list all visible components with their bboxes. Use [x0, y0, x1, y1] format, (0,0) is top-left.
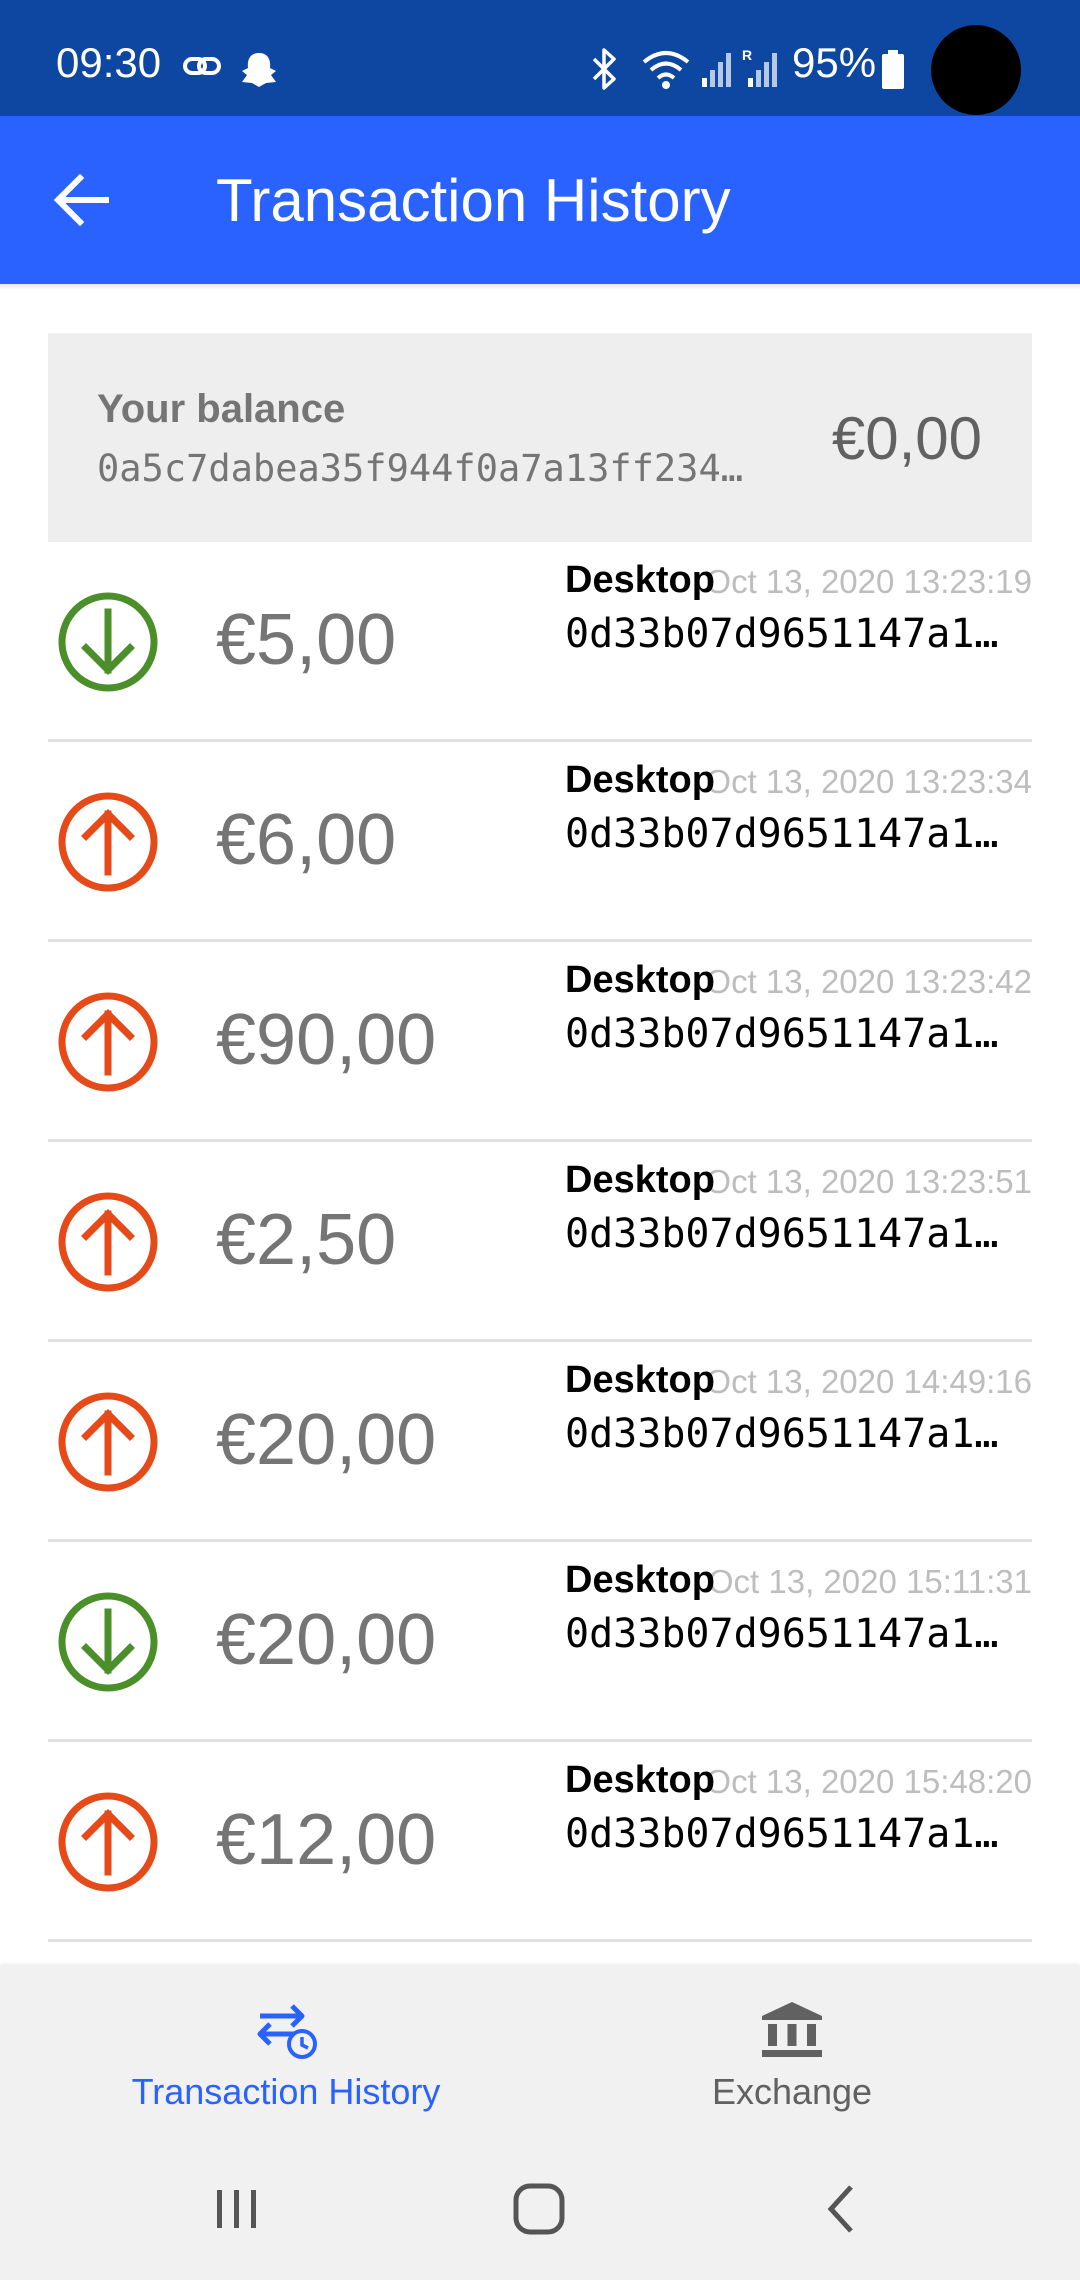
- signal-icon: [702, 53, 731, 87]
- transaction-amount: €2,50: [216, 1200, 397, 1280]
- bluetooth-icon: [592, 48, 616, 90]
- transaction-amount: €5,00: [216, 600, 397, 680]
- link-icon: [183, 57, 221, 75]
- transaction-amount: €12,00: [216, 1800, 437, 1880]
- transaction-row[interactable]: €2,50 Oct 13, 2020 13:23:51 Desktop 0d33b07…: [48, 1142, 1032, 1342]
- home-icon: [513, 2183, 565, 2235]
- nav-exchange[interactable]: Exchange: [522, 1966, 1062, 2136]
- transaction-peer: Desktop: [565, 1359, 715, 1401]
- arrow-up-circle-icon: [58, 1192, 158, 1292]
- system-back-button[interactable]: [796, 2164, 886, 2254]
- transaction-row[interactable]: €20,00 Oct 13, 2020 15:11:31 Desktop 0d33b0…: [48, 1542, 1032, 1742]
- back-icon: [827, 2185, 853, 2233]
- roaming-signal-icon: R: [742, 47, 777, 87]
- transaction-address: 0d33b07d9651147a1…: [565, 1012, 999, 1056]
- transaction-address: 0d33b07d9651147a1…: [565, 1212, 999, 1256]
- arrow-up-circle-icon: [58, 1792, 158, 1892]
- transaction-peer: Desktop: [565, 959, 715, 1001]
- recent-apps-button[interactable]: [192, 2164, 282, 2254]
- arrow-back-icon: [53, 173, 109, 227]
- transaction-peer: Desktop: [565, 1759, 715, 1801]
- transaction-history-icon: [257, 2004, 317, 2059]
- battery-percentage: 95%: [792, 39, 877, 86]
- transaction-row[interactable]: €6,00 Oct 13, 2020 13:23:34 Desktop 0d33b07…: [48, 742, 1032, 942]
- transaction-date: Oct 13, 2020 13:23:19: [705, 563, 1032, 600]
- transaction-date: Oct 13, 2020 14:49:16: [705, 1363, 1032, 1400]
- balance-amount: €0,00: [831, 405, 982, 472]
- transaction-amount: €20,00: [216, 1400, 437, 1480]
- balance-label: Your balance: [97, 387, 346, 431]
- transaction-address: 0d33b07d9651147a1…: [565, 1612, 999, 1656]
- svg-text:R: R: [742, 47, 752, 63]
- transaction-amount: €6,00: [216, 800, 397, 880]
- transaction-date: Oct 13, 2020 15:11:31: [707, 1563, 1032, 1600]
- back-button[interactable]: [44, 162, 120, 238]
- nav-label-transaction-history: Transaction History: [131, 2071, 441, 2112]
- transaction-address: 0d33b07d9651147a1…: [565, 1812, 999, 1856]
- transaction-peer: Desktop: [565, 1159, 715, 1201]
- transaction-date: Oct 13, 2020 13:23:34: [705, 763, 1032, 800]
- nav-label-exchange: Exchange: [711, 2071, 873, 2112]
- camera-cutout: [931, 25, 1021, 115]
- bottom-navigation: Transaction History Exchange: [0, 1966, 1080, 2136]
- page-title: Transaction History: [216, 167, 731, 234]
- system-navigation: [0, 2136, 1080, 2280]
- transaction-address: 0d33b07d9651147a1…: [565, 812, 999, 856]
- recent-apps-icon: [217, 2190, 256, 2228]
- status-time: 09:30: [56, 39, 162, 86]
- transaction-address: 0d33b07d9651147a1…: [565, 612, 999, 656]
- status-bar: 09:30 R 95%: [0, 0, 1080, 116]
- transaction-peer: Desktop: [565, 759, 715, 801]
- transaction-row[interactable]: €20,00 Oct 13, 2020 14:49:16 Desktop 0d33b0…: [48, 1342, 1032, 1542]
- transaction-date: Oct 13, 2020 13:23:51: [705, 1163, 1032, 1200]
- nav-transaction-history[interactable]: Transaction History: [16, 1966, 556, 2136]
- balance-card: Your balance 0a5c7dabea35f944f0a7a13ff23…: [48, 333, 1032, 542]
- bank-icon: [762, 2002, 822, 2057]
- transaction-date: Oct 13, 2020 13:23:42: [705, 963, 1032, 1000]
- transaction-peer: Desktop: [565, 559, 715, 601]
- app-bar-shadow: [0, 284, 1080, 290]
- home-button[interactable]: [494, 2164, 584, 2254]
- battery-icon: [882, 50, 904, 89]
- transaction-row[interactable]: €90,00 Oct 13, 2020 13:23:42 Desktop 0d33b0…: [48, 942, 1032, 1142]
- arrow-down-circle-icon: [58, 592, 158, 692]
- arrow-down-circle-icon: [58, 1592, 158, 1692]
- transaction-peer: Desktop: [565, 1559, 715, 1601]
- transaction-address: 0d33b07d9651147a1…: [565, 1412, 999, 1456]
- transaction-amount: €20,00: [216, 1600, 437, 1680]
- transaction-date: Oct 13, 2020 15:48:20: [705, 1763, 1032, 1800]
- arrow-up-circle-icon: [58, 992, 158, 1092]
- transaction-amount: €90,00: [216, 1000, 437, 1080]
- arrow-up-circle-icon: [58, 792, 158, 892]
- wifi-icon: [642, 51, 690, 89]
- arrow-up-circle-icon: [58, 1392, 158, 1492]
- transaction-row[interactable]: €5,00 Oct 13, 2020 13:23:19 Desktop 0d33b07…: [48, 542, 1032, 742]
- transaction-row[interactable]: €12,00 Oct 13, 2020 15:48:20 Desktop 0d33b0…: [48, 1742, 1032, 1942]
- transaction-list[interactable]: €5,00 Oct 13, 2020 13:23:19 Desktop 0d33b07…: [48, 542, 1032, 1966]
- app-bar: Transaction History: [0, 116, 1080, 284]
- balance-address: 0a5c7dabea35f944f0a7a13ff234…: [97, 449, 744, 490]
- snapchat-icon: [242, 53, 276, 87]
